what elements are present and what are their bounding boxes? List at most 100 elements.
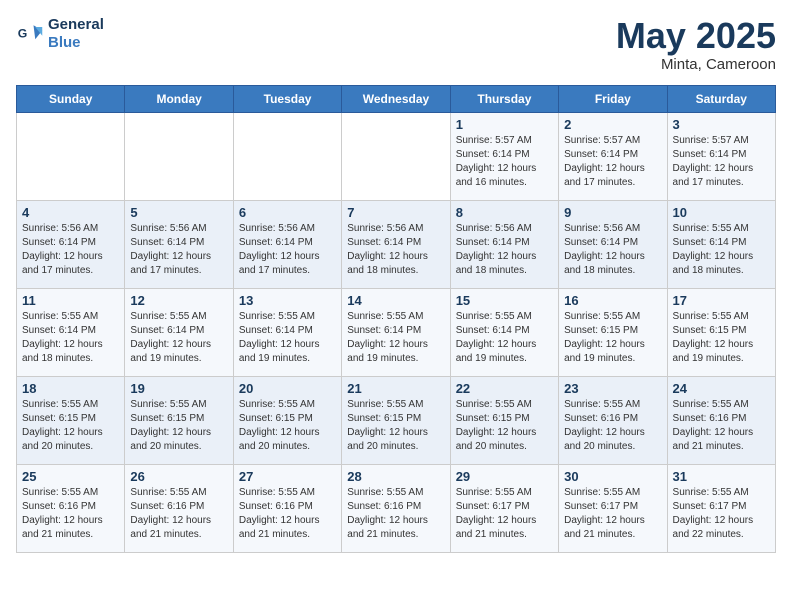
calendar-cell [342,112,450,200]
day-number: 17 [673,293,770,308]
day-number: 8 [456,205,553,220]
day-number: 19 [130,381,227,396]
calendar-cell: 21 Sunrise: 5:55 AM Sunset: 6:15 PM Dayli… [342,376,450,464]
calendar-cell: 4Sunrise: 5:56 AM Sunset: 6:14 PM Daylig… [17,200,125,288]
day-info: Sunrise: 5:55 AM Sunset: 6:15 PM Dayligh… [564,310,661,366]
day-info: Sunrise: 5:55 AM Sunset: 6:14 PM Dayligh… [22,310,119,366]
day-info: Sunrise: 5:55 AM Sunset: 6:15 PM Dayligh… [456,398,553,454]
day-info: Sunrise: 5:56 AM Sunset: 6:14 PM Dayligh… [347,222,444,278]
day-number: 22 [456,381,553,396]
day-number: 16 [564,293,661,308]
calendar-cell: 14 Sunrise: 5:55 AM Sunset: 6:14 PM Dayli… [342,288,450,376]
calendar-table: SundayMondayTuesdayWednesdayThursdayFrid… [16,85,776,553]
calendar-cell: 12 Sunrise: 5:55 AM Sunset: 6:14 PM Dayli… [125,288,233,376]
day-info: Sunrise: 5:55 AM Sunset: 6:16 PM Dayligh… [130,486,227,542]
calendar-cell: 27 Sunrise: 5:55 AM Sunset: 6:16 PM Dayli… [233,464,341,552]
day-info: Sunrise: 5:55 AM Sunset: 6:14 PM Dayligh… [673,222,770,278]
day-info: Sunrise: 5:55 AM Sunset: 6:15 PM Dayligh… [239,398,336,454]
day-number: 25 [22,469,119,484]
day-number: 5 [130,205,227,220]
calendar-cell: 11 Sunrise: 5:55 AM Sunset: 6:14 PM Dayli… [17,288,125,376]
weekday-header-thursday: Thursday [450,85,558,112]
logo-icon: G [16,20,44,48]
day-number: 23 [564,381,661,396]
calendar-cell: 17 Sunrise: 5:55 AM Sunset: 6:15 PM Dayli… [667,288,775,376]
calendar-cell: 8 Sunrise: 5:56 AM Sunset: 6:14 PM Daylig… [450,200,558,288]
day-number: 12 [130,293,227,308]
weekday-header-saturday: Saturday [667,85,775,112]
day-info: Sunrise: 5:55 AM Sunset: 6:15 PM Dayligh… [22,398,119,454]
calendar-cell: 20 Sunrise: 5:55 AM Sunset: 6:15 PM Dayli… [233,376,341,464]
day-info: Sunrise: 5:57 AM Sunset: 6:14 PM Dayligh… [673,134,770,190]
day-info: Sunrise: 5:55 AM Sunset: 6:14 PM Dayligh… [239,310,336,366]
calendar-cell: 30Sunrise: 5:55 AM Sunset: 6:17 PM Dayli… [559,464,667,552]
day-info: Sunrise: 5:55 AM Sunset: 6:14 PM Dayligh… [456,310,553,366]
day-info: Sunrise: 5:55 AM Sunset: 6:15 PM Dayligh… [347,398,444,454]
svg-text:G: G [18,27,28,41]
page-header: G General Blue May 2025 Minta, Cameroon [16,16,776,73]
weekday-header-wednesday: Wednesday [342,85,450,112]
day-info: Sunrise: 5:56 AM Sunset: 6:14 PM Dayligh… [239,222,336,278]
calendar-cell: 2 Sunrise: 5:57 AM Sunset: 6:14 PM Daylig… [559,112,667,200]
calendar-cell: 25 Sunrise: 5:55 AM Sunset: 6:16 PM Dayli… [17,464,125,552]
day-number: 14 [347,293,444,308]
logo: G General Blue [16,16,104,52]
calendar-cell: 1 Sunrise: 5:57 AM Sunset: 6:14 PM Daylig… [450,112,558,200]
calendar-cell: 15 Sunrise: 5:55 AM Sunset: 6:14 PM Dayli… [450,288,558,376]
day-number: 3 [673,117,770,132]
day-number: 27 [239,469,336,484]
day-info: Sunrise: 5:55 AM Sunset: 6:16 PM Dayligh… [564,398,661,454]
day-number: 15 [456,293,553,308]
calendar-cell: 6 Sunrise: 5:56 AM Sunset: 6:14 PM Daylig… [233,200,341,288]
day-info: Sunrise: 5:55 AM Sunset: 6:16 PM Dayligh… [239,486,336,542]
day-info: Sunrise: 5:57 AM Sunset: 6:14 PM Dayligh… [456,134,553,190]
calendar-cell: 28 Sunrise: 5:55 AM Sunset: 6:16 PM Dayli… [342,464,450,552]
calendar-cell: 31 Sunrise: 5:55 AM Sunset: 6:17 PM Dayli… [667,464,775,552]
day-number: 1 [456,117,553,132]
calendar-cell: 29Sunrise: 5:55 AM Sunset: 6:17 PM Dayli… [450,464,558,552]
day-info: Sunrise: 5:55 AM Sunset: 6:16 PM Dayligh… [22,486,119,542]
day-number: 18 [22,381,119,396]
weekday-header-tuesday: Tuesday [233,85,341,112]
day-number: 21 [347,381,444,396]
calendar-cell: 18 Sunrise: 5:55 AM Sunset: 6:15 PM Dayli… [17,376,125,464]
day-info: Sunrise: 5:55 AM Sunset: 6:14 PM Dayligh… [347,310,444,366]
weekday-header-sunday: Sunday [17,85,125,112]
day-number: 2 [564,117,661,132]
day-number: 6 [239,205,336,220]
day-number: 31 [673,469,770,484]
day-number: 30 [564,469,661,484]
day-info: Sunrise: 5:55 AM Sunset: 6:16 PM Dayligh… [347,486,444,542]
day-info: Sunrise: 5:56 AM Sunset: 6:14 PM Dayligh… [22,222,119,278]
day-number: 20 [239,381,336,396]
calendar-cell [125,112,233,200]
month-title: May 2025 [616,16,776,56]
weekday-header-monday: Monday [125,85,233,112]
title-block: May 2025 Minta, Cameroon [616,16,776,73]
day-info: Sunrise: 5:56 AM Sunset: 6:14 PM Dayligh… [564,222,661,278]
day-info: Sunrise: 5:56 AM Sunset: 6:14 PM Dayligh… [456,222,553,278]
calendar-cell: 9Sunrise: 5:56 AM Sunset: 6:14 PM Daylig… [559,200,667,288]
day-number: 11 [22,293,119,308]
calendar-cell: 16 Sunrise: 5:55 AM Sunset: 6:15 PM Dayli… [559,288,667,376]
day-info: Sunrise: 5:55 AM Sunset: 6:16 PM Dayligh… [673,398,770,454]
day-number: 28 [347,469,444,484]
day-info: Sunrise: 5:55 AM Sunset: 6:15 PM Dayligh… [673,310,770,366]
calendar-cell: 7 Sunrise: 5:56 AM Sunset: 6:14 PM Daylig… [342,200,450,288]
day-info: Sunrise: 5:56 AM Sunset: 6:14 PM Dayligh… [130,222,227,278]
day-number: 13 [239,293,336,308]
day-number: 10 [673,205,770,220]
day-info: Sunrise: 5:55 AM Sunset: 6:17 PM Dayligh… [673,486,770,542]
calendar-cell: 26Sunrise: 5:55 AM Sunset: 6:16 PM Dayli… [125,464,233,552]
calendar-cell: 22 Sunrise: 5:55 AM Sunset: 6:15 PM Dayli… [450,376,558,464]
day-info: Sunrise: 5:57 AM Sunset: 6:14 PM Dayligh… [564,134,661,190]
calendar-cell [17,112,125,200]
logo-text: General Blue [48,16,104,52]
calendar-cell [233,112,341,200]
day-info: Sunrise: 5:55 AM Sunset: 6:15 PM Dayligh… [130,398,227,454]
calendar-cell: 10 Sunrise: 5:55 AM Sunset: 6:14 PM Dayli… [667,200,775,288]
day-info: Sunrise: 5:55 AM Sunset: 6:14 PM Dayligh… [130,310,227,366]
calendar-cell: 5 Sunrise: 5:56 AM Sunset: 6:14 PM Daylig… [125,200,233,288]
day-number: 7 [347,205,444,220]
calendar-cell: 23 Sunrise: 5:55 AM Sunset: 6:16 PM Dayli… [559,376,667,464]
